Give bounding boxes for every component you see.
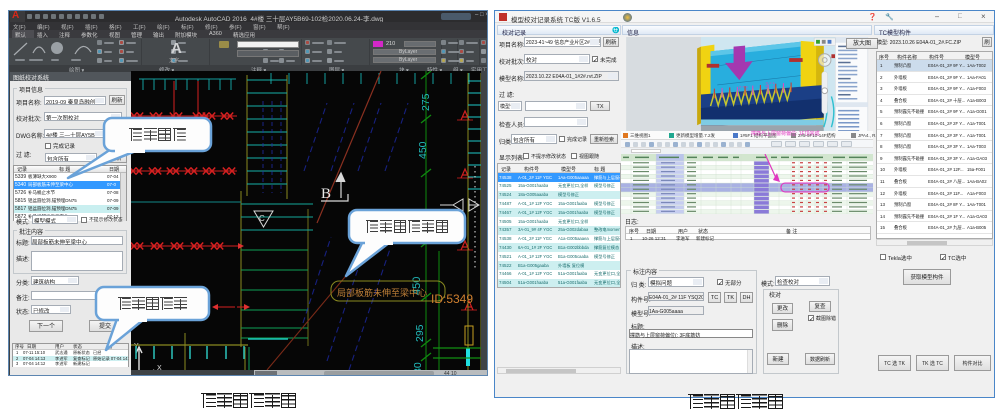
svg-text:局部板筋未伸至梁中心: 局部板筋未伸至梁中心 [337, 287, 427, 298]
svg-text:30: 30 [412, 362, 424, 370]
svg-text:B: B [321, 186, 331, 202]
svg-text:X: X [157, 365, 162, 370]
svg-text:295: 295 [414, 324, 426, 342]
svg-text:275: 275 [420, 93, 432, 111]
svg-text:ID:5349: ID:5349 [431, 292, 473, 306]
svg-text:450: 450 [417, 141, 429, 159]
svg-text:C: C [259, 214, 265, 223]
